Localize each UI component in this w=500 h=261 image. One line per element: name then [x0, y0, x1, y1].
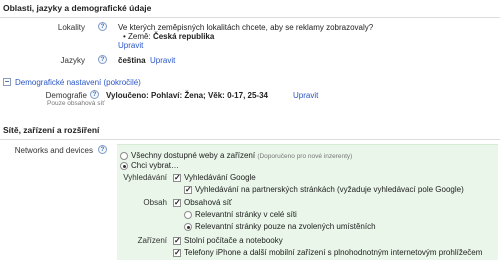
search-partners-label: Vyhledávání na partnerských stránkách (v…	[195, 185, 464, 194]
radio-all-network-pages[interactable]	[184, 211, 192, 219]
locations-edit-link[interactable]: Upravit	[118, 41, 143, 50]
checkbox-content-network[interactable]: ✓	[173, 199, 181, 207]
help-icon[interactable]: ?	[98, 55, 107, 64]
section-divider	[0, 17, 500, 18]
option-all-sites: Všechny dostupné weby a zařízení (Doporu…	[131, 151, 352, 160]
section-title-locations-languages: Oblasti, jazyky a demografické údaje	[3, 3, 152, 13]
demographics-value: Vyloučeno: Pohlaví: Žena; Věk: 0-17, 25-…	[106, 91, 268, 100]
option-choose-label: Chci vybrat…	[131, 161, 180, 170]
content-managed-label: Relevantní stránky pouze na zvolených um…	[195, 222, 376, 231]
networks-devices-label: Networks and devices	[14, 146, 93, 155]
section-divider	[0, 139, 500, 140]
help-icon[interactable]: ?	[98, 22, 107, 31]
locations-question: Ve kterých zeměpisných lokalitách chcete…	[118, 23, 374, 32]
checkbox-mobile[interactable]: ✓	[173, 249, 181, 257]
collapse-toggle-icon[interactable]: −	[3, 78, 11, 86]
google-search-label: Vyhledávání Google	[184, 173, 256, 182]
languages-label: Jazyky	[60, 56, 85, 65]
help-icon[interactable]: ?	[98, 145, 107, 154]
devices-mobile-label: Telefony iPhone a další mobilní zařízení…	[184, 248, 483, 257]
search-label: Vyhledávání	[123, 173, 167, 182]
checkbox-google-search[interactable]: ✓	[173, 174, 181, 182]
checkbox-search-partners[interactable]: ✓	[184, 186, 192, 194]
devices-desktop-label: Stolní počítače a notebooky	[184, 236, 283, 245]
demographic-settings-toggle[interactable]: Demografické nastavení (pokročilé)	[15, 78, 141, 87]
demographics-label: Demografie	[45, 91, 87, 100]
locations-country-prefix: Země:	[128, 32, 151, 41]
languages-edit-link[interactable]: Upravit	[150, 56, 175, 65]
radio-choose[interactable]	[120, 162, 128, 170]
section-title-networks-devices: Sítě, zařízení a rozšíření	[3, 125, 100, 135]
demographics-sublabel: Pouze obsahová síť	[47, 100, 105, 107]
radio-managed-placements[interactable]	[184, 223, 192, 231]
option-all-sites-label: Všechny dostupné weby a zařízení	[131, 151, 256, 160]
radio-all-sites[interactable]	[120, 152, 128, 160]
locations-country-item: • Země: Česká republika	[123, 32, 214, 41]
bullet-icon: •	[123, 32, 126, 41]
option-all-sites-note: (Doporučeno pro nové inzerenty)	[257, 153, 353, 160]
locations-country-value: Česká republika	[152, 32, 215, 41]
devices-label: Zařízení	[137, 236, 167, 245]
checkbox-desktop[interactable]: ✓	[173, 237, 181, 245]
content-network-label: Obsahová síť	[184, 198, 232, 207]
languages-value: čeština	[118, 56, 146, 65]
help-icon[interactable]: ?	[90, 90, 99, 99]
content-all-pages-label: Relevantní stránky v celé síti	[195, 210, 297, 219]
demographics-edit-link[interactable]: Upravit	[293, 91, 318, 100]
locations-label: Lokality	[57, 23, 85, 32]
content-label: Obsah	[143, 198, 167, 207]
